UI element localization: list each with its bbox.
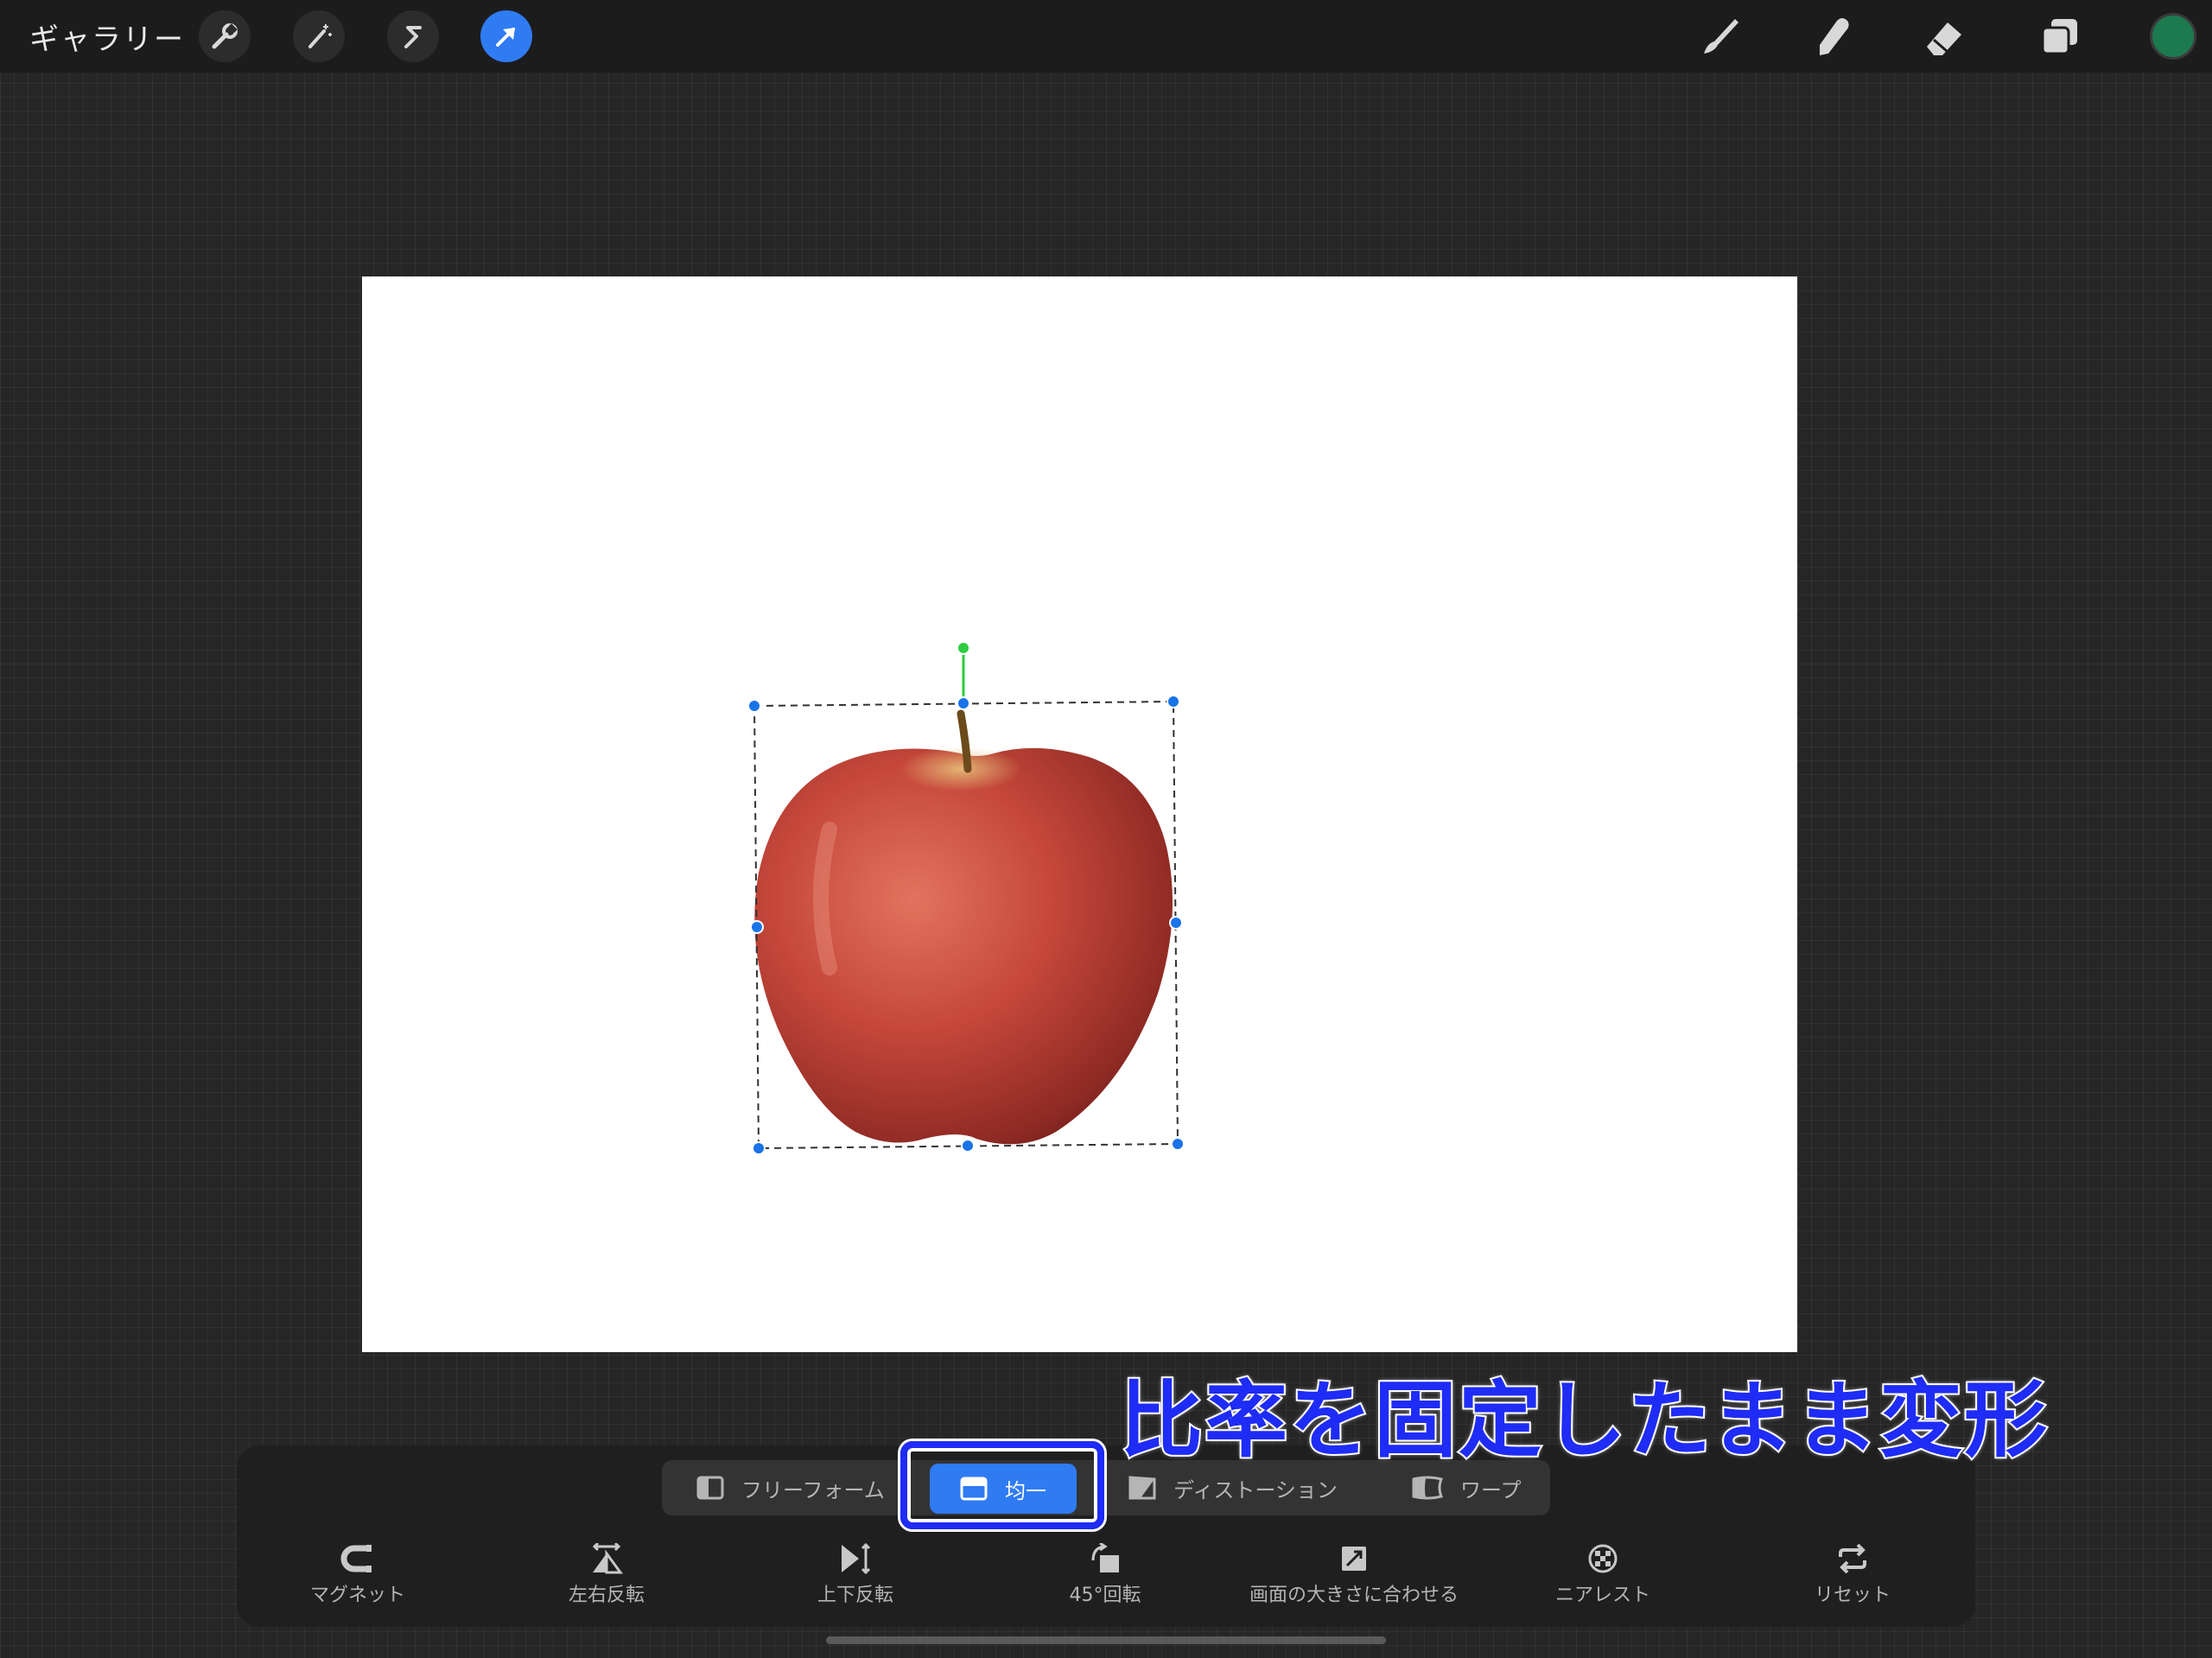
- tool-flip-vertical-label: 上下反転: [817, 1585, 893, 1606]
- warp-icon: [1412, 1476, 1443, 1500]
- tool-fit-to-screen[interactable]: 画面の大きさに合わせる: [1249, 1543, 1459, 1612]
- drawing-canvas[interactable]: [362, 276, 1797, 1352]
- tool-flip-vertical[interactable]: 上下反転: [760, 1543, 950, 1612]
- smudge-button[interactable]: [1806, 10, 1858, 62]
- nearest-icon: [1588, 1544, 1618, 1573]
- selection-button[interactable]: [387, 10, 439, 62]
- tool-fit-to-screen-label: 画面の大きさに合わせる: [1249, 1585, 1459, 1606]
- mode-freeform[interactable]: フリーフォーム: [696, 1460, 885, 1515]
- adjustments-button[interactable]: [293, 10, 345, 62]
- annotation-caption: 比率を固定したまま変形: [1118, 1370, 2050, 1471]
- flip-horizontal-icon: [592, 1543, 623, 1574]
- tool-magnet[interactable]: マグネット: [263, 1543, 453, 1612]
- tool-flip-horizontal-label: 左右反転: [568, 1585, 645, 1606]
- transform-button[interactable]: [480, 10, 532, 62]
- freeform-icon: [696, 1476, 724, 1500]
- flip-vertical-icon: [842, 1543, 871, 1574]
- reset-icon: [1839, 1543, 1866, 1574]
- brush-button[interactable]: [1694, 10, 1745, 62]
- mode-freeform-label: フリーフォーム: [741, 1477, 885, 1502]
- tool-reset-label: リセット: [1814, 1585, 1891, 1606]
- layers-button[interactable]: [2034, 10, 2086, 62]
- brush-icon: [1704, 19, 1738, 54]
- mode-distort-label: ディストーション: [1173, 1477, 1338, 1502]
- tool-reset[interactable]: リセット: [1758, 1543, 1948, 1612]
- highlight-frame: [900, 1441, 1104, 1529]
- eraser-icon: [1927, 22, 1961, 55]
- wrench-icon: [212, 23, 238, 49]
- transform-arrow-icon: [496, 28, 515, 47]
- gallery-button[interactable]: ギャラリー: [29, 16, 185, 58]
- tool-nearest-label: ニアレスト: [1554, 1585, 1650, 1606]
- tool-rotate-45-label: 45°回転: [1069, 1585, 1141, 1606]
- magnet-icon: [340, 1545, 372, 1572]
- magic-wand-icon: [308, 24, 332, 48]
- color-swatch-button[interactable]: [2150, 13, 2196, 60]
- tool-nearest[interactable]: ニアレスト: [1508, 1543, 1698, 1612]
- home-indicator[interactable]: [826, 1636, 1386, 1644]
- distort-icon: [1128, 1476, 1156, 1500]
- top-toolbar: ギャラリー: [0, 0, 2212, 73]
- selection-s-icon: [404, 26, 422, 48]
- fit-to-screen-icon: [1342, 1547, 1366, 1571]
- actions-button[interactable]: [199, 10, 251, 62]
- rotate-45-icon: [1091, 1543, 1119, 1572]
- eraser-button[interactable]: [1918, 10, 1970, 62]
- tool-flip-horizontal[interactable]: 左右反転: [512, 1543, 702, 1612]
- tool-rotate-45[interactable]: 45°回転: [1010, 1543, 1200, 1612]
- mode-warp-label: ワープ: [1460, 1477, 1522, 1502]
- tool-magnet-label: マグネット: [309, 1585, 405, 1606]
- layers-icon: [2041, 19, 2077, 55]
- smudge-icon: [1820, 18, 1849, 55]
